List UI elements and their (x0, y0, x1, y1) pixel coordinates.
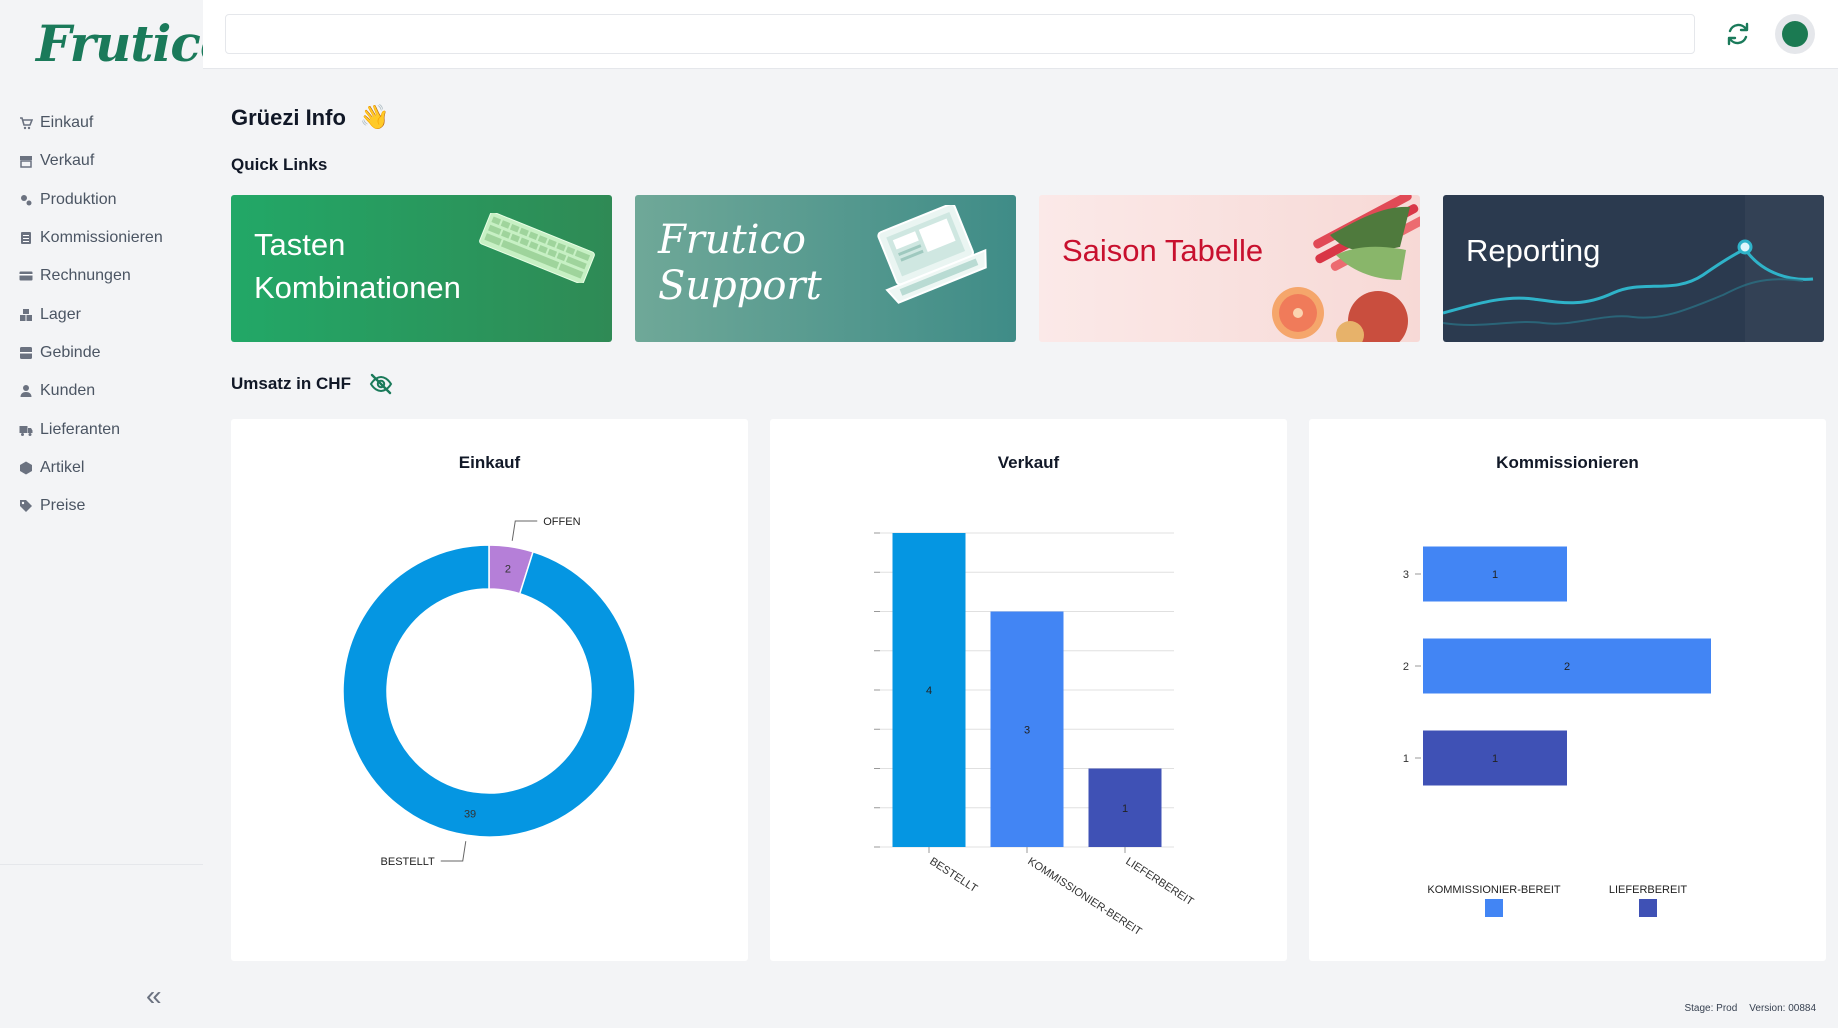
stage-label: Stage: Prod (1684, 1003, 1738, 1014)
crate-icon (19, 346, 33, 360)
bar-chart: 4 BESTELLT 3 KOMMISSIONIER-BEREIT 1 LIEFERBER… (874, 532, 1196, 938)
user-icon (19, 384, 33, 398)
sidebar-item-lieferanten[interactable]: Lieferanten (0, 410, 203, 448)
cogs-icon (19, 193, 33, 207)
eye-off-icon[interactable] (369, 372, 393, 396)
hexagon-icon (19, 461, 33, 475)
quick-link-title: Saison Tabelle (1062, 233, 1264, 268)
footer: Stage: Prod Version: 00884 (1684, 1003, 1816, 1014)
sidebar-item-label: Produktion (40, 190, 117, 208)
sidebar-item-label: Lieferanten (40, 420, 121, 438)
quick-link-line2: Kombinationen (254, 270, 461, 305)
store-icon (19, 154, 33, 169)
sidebar-item-label: Einkauf (40, 114, 94, 132)
tick-label: BESTELLT (927, 855, 979, 895)
chart-panel-kommissionieren: Kommissionieren 1 3 2 2 1 1 KOMMISSIONIER-BERE… (1309, 419, 1826, 961)
quick-links-title: Quick Links (231, 155, 328, 174)
leader-line (511, 520, 538, 541)
greeting: Grüezi Info 👋 (231, 103, 390, 132)
sidebar-item-label: Preise (40, 497, 86, 515)
leader-line (440, 841, 467, 862)
tick-label: 2 (1403, 661, 1409, 673)
sidebar-item-artikel[interactable]: Artikel (0, 449, 203, 487)
quick-link-support[interactable]: Frutico Support (635, 195, 1016, 342)
cart-icon (19, 116, 33, 130)
sidebar-divider (0, 864, 203, 865)
tick-label: 1 (1403, 753, 1409, 765)
data-label: 4 (926, 685, 932, 697)
laptop-icon (877, 205, 987, 304)
quick-link-line1: Frutico (658, 217, 806, 263)
tick-label: LIEFERBEREIT (1123, 855, 1195, 908)
sidebar-item-kommissionieren[interactable]: Kommissionieren (0, 219, 203, 257)
search-input[interactable] (225, 14, 1695, 54)
sidebar-item-verkauf[interactable]: Verkauf (0, 142, 203, 180)
wave-icon: 👋 (359, 104, 390, 131)
data-label: 2 (505, 563, 511, 575)
tick-label: KOMMISSIONIER-BEREIT (1025, 855, 1144, 938)
sidebar-item-produktion[interactable]: Produktion (0, 181, 203, 219)
sidebar-item-label: Gebinde (40, 343, 101, 361)
slice-label: OFFEN (543, 516, 580, 528)
legend-label: KOMMISSIONIER-BEREIT (1427, 884, 1561, 896)
horizontal-bar-chart: 1 3 2 2 1 1 KOMMISSIONIER-BEREIT LIEFERBEREIT (1403, 546, 1711, 917)
sidebar-item-lager[interactable]: Lager (0, 295, 203, 333)
quick-link-shortcuts[interactable]: Tasten Kombinationen (231, 195, 612, 342)
trend-line-graphic (1443, 195, 1824, 342)
sidebar-item-preise[interactable]: Preise (0, 487, 203, 525)
sidebar-item-einkauf[interactable]: Einkauf (0, 104, 203, 142)
quick-link-title: Frutico Support (658, 217, 822, 309)
truck-icon (19, 423, 33, 437)
sidebar-item-label: Kunden (40, 382, 96, 400)
tag-icon (19, 499, 33, 513)
data-label: 1 (1492, 753, 1498, 765)
legend-label: LIEFERBEREIT (1609, 884, 1688, 896)
quick-link-season-table[interactable]: Saison Tabelle (1039, 195, 1420, 342)
sidebar-item-kunden[interactable]: Kunden (0, 372, 203, 410)
chart-panel-verkauf: Verkauf 4 BESTELLT 3 KOMMISSIONIER-BEREIT 1 L… (770, 419, 1287, 961)
data-label: 2 (1564, 661, 1570, 673)
data-label: 1 (1492, 569, 1498, 581)
sidebar: Frutico Einkauf Verkauf Produktion Kommi… (0, 0, 233, 1028)
produce-image (1272, 195, 1420, 342)
sidebar-item-label: Verkauf (40, 152, 95, 170)
quick-link-line1: Tasten (254, 227, 346, 262)
refresh-icon[interactable] (1722, 18, 1754, 50)
legend-swatch (1639, 899, 1657, 917)
chart-panel-einkauf: Einkauf 2 OFFEN 39 BESTELLT (231, 419, 748, 961)
keyboard-icon (479, 213, 595, 283)
clipboard-icon (19, 231, 33, 245)
tick-label: 3 (1403, 569, 1409, 581)
version-label: Version: 00884 (1749, 1003, 1816, 1014)
apple-avatar-icon (1782, 21, 1808, 47)
greeting-text: Grüezi Info (231, 104, 346, 130)
donut-slice (342, 544, 636, 838)
donut-chart: 2 OFFEN 39 BESTELLT (342, 516, 636, 868)
quick-links: Tasten Kombinationen Frutico Support Sai… (231, 195, 1826, 342)
data-label: 3 (1024, 724, 1030, 736)
data-label: 39 (464, 809, 476, 821)
sidebar-item-label: Rechnungen (40, 267, 131, 285)
quick-link-line2: Support (658, 263, 822, 309)
sidebar-nav: Einkauf Verkauf Produktion Kommissionier… (0, 104, 203, 525)
data-label: 1 (1122, 803, 1128, 815)
quick-link-reporting[interactable]: Reporting (1443, 195, 1824, 342)
sidebar-item-label: Lager (40, 305, 81, 323)
credit-card-icon (19, 269, 33, 283)
revenue-title: Umsatz in CHF (231, 372, 393, 396)
top-bar (203, 0, 1838, 69)
sidebar-item-label: Artikel (40, 458, 85, 476)
revenue-title-text: Umsatz in CHF (231, 374, 351, 393)
double-chevron-left-icon[interactable]: « (146, 982, 162, 1010)
sidebar-item-gebinde[interactable]: Gebinde (0, 334, 203, 372)
sidebar-item-label: Kommissionieren (40, 229, 163, 247)
quick-link-title: Tasten Kombinationen (254, 223, 461, 309)
slice-label: BESTELLT (381, 856, 435, 868)
legend-swatch (1485, 899, 1503, 917)
boxes-icon (19, 308, 33, 322)
avatar[interactable] (1775, 14, 1815, 54)
sidebar-item-rechnungen[interactable]: Rechnungen (0, 257, 203, 295)
